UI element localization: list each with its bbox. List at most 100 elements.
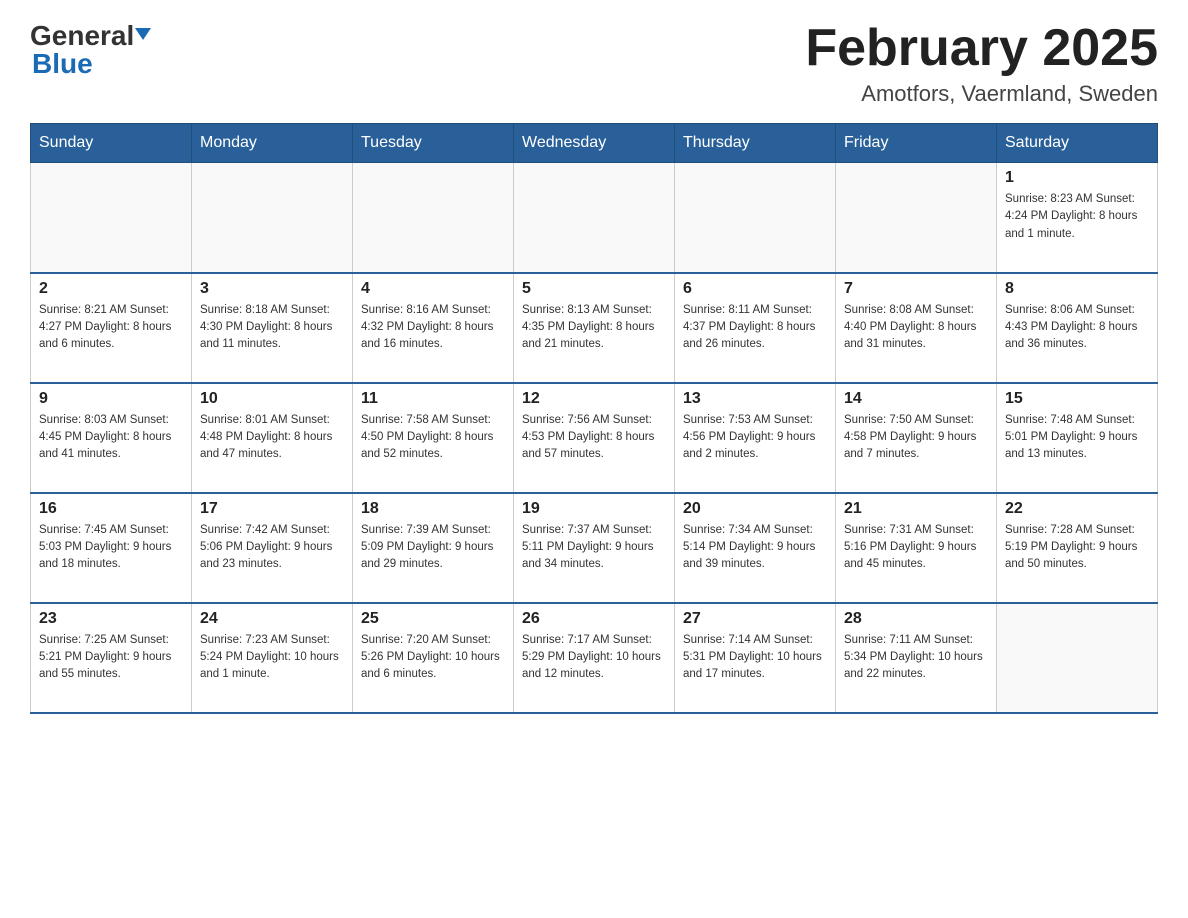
calendar-cell: 23 Sunrise: 7:25 AM Sunset: 5:21 PM Dayli…	[31, 603, 192, 713]
logo: General Blue	[30, 20, 151, 80]
day-info: Sunrise: 8:18 AM Sunset: 4:30 PM Dayligh…	[200, 302, 344, 354]
day-number: 7	[844, 280, 988, 298]
day-info: Sunrise: 7:11 AM Sunset: 5:34 PM Dayligh…	[844, 632, 988, 684]
day-number: 12	[522, 390, 666, 408]
calendar-cell: 1 Sunrise: 8:23 AM Sunset: 4:24 PM Daylig…	[997, 163, 1158, 273]
calendar-cell: 5Sunrise: 8:13 AM Sunset: 4:35 PM Daylig…	[514, 273, 675, 383]
day-number: 23	[39, 610, 183, 628]
day-number: 4	[361, 280, 505, 298]
day-info: Sunrise: 7:37 AM Sunset: 5:11 PM Dayligh…	[522, 522, 666, 574]
calendar-week-row: 9 Sunrise: 8:03 AM Sunset: 4:45 PM Daylig…	[31, 383, 1158, 493]
weekday-header-friday: Friday	[836, 124, 997, 163]
calendar-cell: 17 Sunrise: 7:42 AM Sunset: 5:06 PM Dayli…	[192, 493, 353, 603]
calendar-cell: 25 Sunrise: 7:20 AM Sunset: 5:26 PM Dayli…	[353, 603, 514, 713]
logo-triangle-container	[134, 30, 151, 42]
day-number: 17	[200, 500, 344, 518]
day-number: 11	[361, 390, 505, 408]
day-info: Sunrise: 7:48 AM Sunset: 5:01 PM Dayligh…	[1005, 412, 1149, 464]
day-number: 28	[844, 610, 988, 628]
calendar-cell: 10 Sunrise: 8:01 AM Sunset: 4:48 PM Dayli…	[192, 383, 353, 493]
calendar-cell	[353, 163, 514, 273]
calendar-week-row: 16 Sunrise: 7:45 AM Sunset: 5:03 PM Dayli…	[31, 493, 1158, 603]
weekday-header-thursday: Thursday	[675, 124, 836, 163]
day-number: 13	[683, 390, 827, 408]
day-info: Sunrise: 8:06 AM Sunset: 4:43 PM Dayligh…	[1005, 302, 1149, 354]
weekday-header-wednesday: Wednesday	[514, 124, 675, 163]
calendar-cell	[514, 163, 675, 273]
day-info: Sunrise: 7:28 AM Sunset: 5:19 PM Dayligh…	[1005, 522, 1149, 574]
day-number: 15	[1005, 390, 1149, 408]
calendar-cell: 21 Sunrise: 7:31 AM Sunset: 5:16 PM Dayli…	[836, 493, 997, 603]
calendar-week-row: 1 Sunrise: 8:23 AM Sunset: 4:24 PM Daylig…	[31, 163, 1158, 273]
calendar-week-row: 23 Sunrise: 7:25 AM Sunset: 5:21 PM Dayli…	[31, 603, 1158, 713]
calendar-cell: 14Sunrise: 7:50 AM Sunset: 4:58 PM Dayli…	[836, 383, 997, 493]
weekday-header-row: SundayMondayTuesdayWednesdayThursdayFrid…	[31, 124, 1158, 163]
calendar-cell: 27 Sunrise: 7:14 AM Sunset: 5:31 PM Dayli…	[675, 603, 836, 713]
day-info: Sunrise: 7:17 AM Sunset: 5:29 PM Dayligh…	[522, 632, 666, 684]
day-number: 16	[39, 500, 183, 518]
day-number: 3	[200, 280, 344, 298]
day-number: 24	[200, 610, 344, 628]
calendar-cell: 11 Sunrise: 7:58 AM Sunset: 4:50 PM Dayli…	[353, 383, 514, 493]
calendar-cell: 6Sunrise: 8:11 AM Sunset: 4:37 PM Daylig…	[675, 273, 836, 383]
calendar-cell: 22Sunrise: 7:28 AM Sunset: 5:19 PM Dayli…	[997, 493, 1158, 603]
calendar-week-row: 2 Sunrise: 8:21 AM Sunset: 4:27 PM Daylig…	[31, 273, 1158, 383]
calendar-body: 1 Sunrise: 8:23 AM Sunset: 4:24 PM Daylig…	[31, 163, 1158, 713]
day-info: Sunrise: 7:45 AM Sunset: 5:03 PM Dayligh…	[39, 522, 183, 574]
calendar-header: SundayMondayTuesdayWednesdayThursdayFrid…	[31, 124, 1158, 163]
title-section: February 2025 Amotfors, Vaermland, Swede…	[805, 20, 1158, 107]
day-info: Sunrise: 7:34 AM Sunset: 5:14 PM Dayligh…	[683, 522, 827, 574]
calendar-cell: 7 Sunrise: 8:08 AM Sunset: 4:40 PM Daylig…	[836, 273, 997, 383]
day-info: Sunrise: 7:14 AM Sunset: 5:31 PM Dayligh…	[683, 632, 827, 684]
calendar-table: SundayMondayTuesdayWednesdayThursdayFrid…	[30, 123, 1158, 714]
day-info: Sunrise: 7:53 AM Sunset: 4:56 PM Dayligh…	[683, 412, 827, 464]
day-number: 10	[200, 390, 344, 408]
day-number: 6	[683, 280, 827, 298]
day-number: 25	[361, 610, 505, 628]
calendar-cell: 28 Sunrise: 7:11 AM Sunset: 5:34 PM Dayli…	[836, 603, 997, 713]
calendar-cell	[192, 163, 353, 273]
calendar-cell: 4 Sunrise: 8:16 AM Sunset: 4:32 PM Daylig…	[353, 273, 514, 383]
day-info: Sunrise: 7:50 AM Sunset: 4:58 PM Dayligh…	[844, 412, 988, 464]
calendar-cell: 3 Sunrise: 8:18 AM Sunset: 4:30 PM Daylig…	[192, 273, 353, 383]
logo-blue-text: Blue	[30, 48, 151, 80]
day-info: Sunrise: 7:20 AM Sunset: 5:26 PM Dayligh…	[361, 632, 505, 684]
day-info: Sunrise: 8:23 AM Sunset: 4:24 PM Dayligh…	[1005, 191, 1149, 243]
calendar-cell: 15 Sunrise: 7:48 AM Sunset: 5:01 PM Dayli…	[997, 383, 1158, 493]
calendar-cell: 26 Sunrise: 7:17 AM Sunset: 5:29 PM Dayli…	[514, 603, 675, 713]
calendar-cell: 24Sunrise: 7:23 AM Sunset: 5:24 PM Dayli…	[192, 603, 353, 713]
day-info: Sunrise: 7:39 AM Sunset: 5:09 PM Dayligh…	[361, 522, 505, 574]
calendar-cell: 8Sunrise: 8:06 AM Sunset: 4:43 PM Daylig…	[997, 273, 1158, 383]
day-number: 1	[1005, 169, 1149, 187]
day-info: Sunrise: 8:01 AM Sunset: 4:48 PM Dayligh…	[200, 412, 344, 464]
calendar-cell: 16 Sunrise: 7:45 AM Sunset: 5:03 PM Dayli…	[31, 493, 192, 603]
weekday-header-tuesday: Tuesday	[353, 124, 514, 163]
logo-triangle-icon	[135, 28, 151, 40]
day-info: Sunrise: 7:31 AM Sunset: 5:16 PM Dayligh…	[844, 522, 988, 574]
calendar-cell: 20 Sunrise: 7:34 AM Sunset: 5:14 PM Dayli…	[675, 493, 836, 603]
day-info: Sunrise: 8:21 AM Sunset: 4:27 PM Dayligh…	[39, 302, 183, 354]
location-text: Amotfors, Vaermland, Sweden	[805, 81, 1158, 107]
calendar-cell	[675, 163, 836, 273]
weekday-header-monday: Monday	[192, 124, 353, 163]
day-info: Sunrise: 8:08 AM Sunset: 4:40 PM Dayligh…	[844, 302, 988, 354]
day-number: 27	[683, 610, 827, 628]
day-number: 21	[844, 500, 988, 518]
day-info: Sunrise: 8:03 AM Sunset: 4:45 PM Dayligh…	[39, 412, 183, 464]
day-info: Sunrise: 8:16 AM Sunset: 4:32 PM Dayligh…	[361, 302, 505, 354]
day-number: 5	[522, 280, 666, 298]
calendar-cell	[997, 603, 1158, 713]
month-title: February 2025	[805, 20, 1158, 77]
day-number: 9	[39, 390, 183, 408]
calendar-cell: 19 Sunrise: 7:37 AM Sunset: 5:11 PM Dayli…	[514, 493, 675, 603]
day-info: Sunrise: 7:58 AM Sunset: 4:50 PM Dayligh…	[361, 412, 505, 464]
weekday-header-sunday: Sunday	[31, 124, 192, 163]
day-info: Sunrise: 7:25 AM Sunset: 5:21 PM Dayligh…	[39, 632, 183, 684]
day-info: Sunrise: 7:56 AM Sunset: 4:53 PM Dayligh…	[522, 412, 666, 464]
day-number: 20	[683, 500, 827, 518]
day-number: 19	[522, 500, 666, 518]
day-number: 26	[522, 610, 666, 628]
day-info: Sunrise: 7:42 AM Sunset: 5:06 PM Dayligh…	[200, 522, 344, 574]
day-number: 2	[39, 280, 183, 298]
calendar-cell: 9 Sunrise: 8:03 AM Sunset: 4:45 PM Daylig…	[31, 383, 192, 493]
